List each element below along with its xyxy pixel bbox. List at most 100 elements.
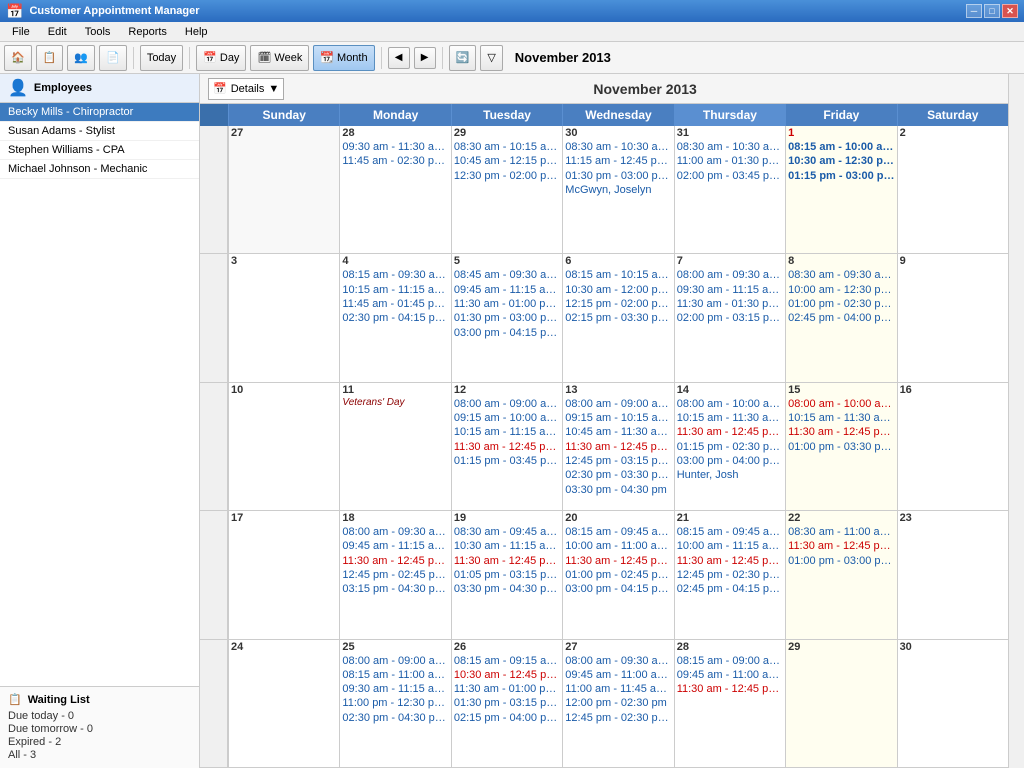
appointment-1: 10:45 am - 12:15 pm Nickleson, Larry [454, 154, 560, 168]
day-cell-w0-d6[interactable]: 2 [897, 126, 1008, 253]
day-cell-w0-d3[interactable]: 3008:30 am - 10:30 am Jones, Mary11:15 a… [562, 126, 673, 253]
day-cell-w3-d5[interactable]: 2208:30 am - 11:00 am Michelson, Craig11… [785, 511, 896, 638]
menu-reports[interactable]: Reports [120, 24, 175, 40]
close-button[interactable]: ✕ [1002, 4, 1018, 18]
appointment-0: 08:00 am - 09:30 am Lee, Jenna [342, 525, 448, 539]
day-number: 4 [342, 255, 448, 267]
refresh-button[interactable]: 🔄 [449, 45, 477, 71]
day-cell-w4-d6[interactable]: 30 [897, 640, 1008, 767]
day-number: 13 [565, 384, 671, 396]
window-controls: ─ □ ✕ [966, 4, 1018, 18]
day-cell-w1-d5[interactable]: 808:30 am - 09:30 am Hermann, Jennifer10… [785, 254, 896, 381]
day-cell-w3-d4[interactable]: 2108:15 am - 09:45 am Montgomery, Jorge1… [674, 511, 785, 638]
day-headers: Sunday Monday Tuesday Wednesday Thursday… [200, 104, 1008, 126]
icon-btn-1[interactable]: 🏠 [4, 45, 32, 71]
day-cell-w4-d3[interactable]: 2708:00 am - 09:30 am Caldwell, Dylan09:… [562, 640, 673, 767]
day-cell-w2-d0[interactable]: 10 [228, 383, 339, 510]
calendar-body: 272809:30 am - 11:30 am Romero, Juliet11… [200, 126, 1008, 768]
appointment-3: 01:05 pm - 03:15 pm Tarantino, Stephen [454, 568, 560, 582]
day-number: 23 [900, 512, 1006, 524]
appointment-2: 11:30 am - 12:45 pm off [788, 425, 894, 439]
app-title: Customer Appointment Manager [29, 5, 199, 17]
appointment-3: 01:30 pm - 03:00 pm Smith, Joe [454, 311, 560, 325]
appointment-2: 01:15 pm - 03:00 pm Shamrock, Red [788, 169, 894, 183]
appointment-3: 11:30 am - 12:45 pm off [454, 440, 560, 454]
employee-item-2[interactable]: Stephen Williams - CPA [0, 141, 199, 160]
day-cell-w0-d4[interactable]: 3108:30 am - 10:30 am Hampton, Kelli11:0… [674, 126, 785, 253]
month-button[interactable]: 📆Month [313, 45, 374, 71]
icon-btn-2[interactable]: 📋 [36, 45, 64, 71]
day-cell-w1-d4[interactable]: 708:00 am - 09:30 am Hanson, Michelle09:… [674, 254, 785, 381]
day-cell-w2-d3[interactable]: 1308:00 am - 09:00 am Abercrombie, Krist… [562, 383, 673, 510]
day-cell-w3-d0[interactable]: 17 [228, 511, 339, 638]
day-number: 30 [900, 641, 1006, 653]
appointment-3: 11:00 pm - 12:30 pm Luthor, Oswald [342, 696, 448, 710]
appointment-4: 03:00 pm - 04:15 pm Myhr, Sean [565, 582, 671, 596]
prev-button[interactable]: ◀ [388, 47, 410, 69]
day-cell-w2-d5[interactable]: 1508:00 am - 10:00 am off10:15 am - 11:3… [785, 383, 896, 510]
icon-btn-4[interactable]: 📄 [99, 45, 127, 71]
day-cell-w4-d1[interactable]: 2508:00 am - 09:00 am Jacobson, Doug08:1… [339, 640, 450, 767]
appointment-3: 01:15 pm - 02:30 pm Jacobson, Doug [677, 440, 783, 454]
day-cell-w3-d2[interactable]: 1908:30 am - 09:45 am Jones, Tigger10:30… [451, 511, 562, 638]
details-dropdown[interactable]: 📅 Details ▼ [208, 78, 284, 100]
day-number: 7 [677, 255, 783, 267]
maximize-button[interactable]: □ [984, 4, 1000, 18]
day-cell-w0-d0[interactable]: 27 [228, 126, 339, 253]
employee-item-1[interactable]: Susan Adams - Stylist [0, 122, 199, 141]
menu-tools[interactable]: Tools [77, 24, 119, 40]
day-cell-w1-d2[interactable]: 508:45 am - 09:30 am Hernandez, Emma09:4… [451, 254, 562, 381]
header-thursday: Thursday [674, 104, 785, 126]
appointment-0: 08:30 am - 09:45 am Jones, Tigger [454, 525, 560, 539]
day-cell-w2-d2[interactable]: 1208:00 am - 09:00 am Jones, Mary09:15 a… [451, 383, 562, 510]
day-cell-w4-d2[interactable]: 2608:15 am - 09:15 am Umbquist, Mac10:30… [451, 640, 562, 767]
calendar-week-0: 272809:30 am - 11:30 am Romero, Juliet11… [200, 126, 1008, 254]
appointment-1: 09:15 am - 10:00 am Versae, Yolinda [454, 411, 560, 425]
week-button[interactable]: 🗓Week [250, 45, 309, 71]
next-button[interactable]: ▶ [414, 47, 436, 69]
appointment-0: 08:15 am - 09:45 am Underliss, George [565, 525, 671, 539]
menu-file[interactable]: File [4, 24, 38, 40]
appointment-0: 08:00 am - 09:00 am Abercrombie, Kristy [565, 397, 671, 411]
today-button[interactable]: Today [140, 45, 183, 71]
appointment-4: 03:15 pm - 04:30 pm Jordan, Scottie [342, 582, 448, 596]
employee-item-0[interactable]: Becky Mills - Chiropractor [0, 103, 199, 122]
appointment-5: 02:30 pm - 03:30 pm Duncan, Dave [565, 468, 671, 482]
day-cell-w0-d1[interactable]: 2809:30 am - 11:30 am Romero, Juliet11:4… [339, 126, 450, 253]
day-cell-w3-d3[interactable]: 2008:15 am - 09:45 am Underliss, George1… [562, 511, 673, 638]
day-number: 28 [342, 127, 448, 139]
day-cell-w1-d0[interactable]: 3 [228, 254, 339, 381]
day-cell-w2-d1[interactable]: 11Veterans' Day [339, 383, 450, 510]
menu-edit[interactable]: Edit [40, 24, 75, 40]
appointment-3: 12:45 pm - 02:30 pm Simmons, Rosita [677, 568, 783, 582]
day-number: 19 [454, 512, 560, 524]
day-cell-w4-d4[interactable]: 2808:15 am - 09:00 am Rodriquez, Lucas09… [674, 640, 785, 767]
appointment-6: 03:30 pm - 04:30 pm [565, 483, 671, 497]
employee-item-3[interactable]: Michael Johnson - Mechanic [0, 160, 199, 179]
day-cell-w4-d5[interactable]: 29 [785, 640, 896, 767]
day-cell-w1-d1[interactable]: 408:15 am - 09:30 am Andel, Chris10:15 a… [339, 254, 450, 381]
day-cell-w0-d5[interactable]: 108:15 am - 10:00 am Simpson, Michelle10… [785, 126, 896, 253]
appointment-0: 08:15 am - 10:00 am Simpson, Michelle [788, 140, 894, 154]
menu-help[interactable]: Help [177, 24, 216, 40]
day-button[interactable]: 📅Day [196, 45, 246, 71]
icon-btn-3[interactable]: 👥 [67, 45, 95, 71]
day-number: 24 [231, 641, 337, 653]
day-cell-w3-d1[interactable]: 1808:00 am - 09:30 am Lee, Jenna09:45 am… [339, 511, 450, 638]
appointment-4: 02:15 pm - 04:00 pm Hepola, Rick [454, 711, 560, 725]
day-cell-w2-d4[interactable]: 1408:00 am - 10:00 am Nickleson, Larry10… [674, 383, 785, 510]
day-cell-w3-d6[interactable]: 23 [897, 511, 1008, 638]
minimize-button[interactable]: ─ [966, 4, 982, 18]
day-cell-w4-d0[interactable]: 24 [228, 640, 339, 767]
filter-button[interactable]: ▽ [480, 45, 502, 71]
scrollbar[interactable] [1008, 74, 1024, 768]
day-cell-w1-d3[interactable]: 608:15 am - 10:15 am Thompson, Tony10:30… [562, 254, 673, 381]
appointment-0: 08:15 am - 09:00 am Rodriquez, Lucas [677, 654, 783, 668]
day-cell-w2-d6[interactable]: 16 [897, 383, 1008, 510]
day-cell-w1-d6[interactable]: 9 [897, 254, 1008, 381]
week-num-4 [200, 640, 228, 767]
day-cell-w0-d2[interactable]: 2908:30 am - 10:15 am Bluthe, Kadence10:… [451, 126, 562, 253]
appointment-1: 08:15 am - 11:00 am Umbquist, Mac [342, 668, 448, 682]
appointment-1: 11:30 am - 12:45 pm off [788, 539, 894, 553]
week-num-3 [200, 511, 228, 638]
